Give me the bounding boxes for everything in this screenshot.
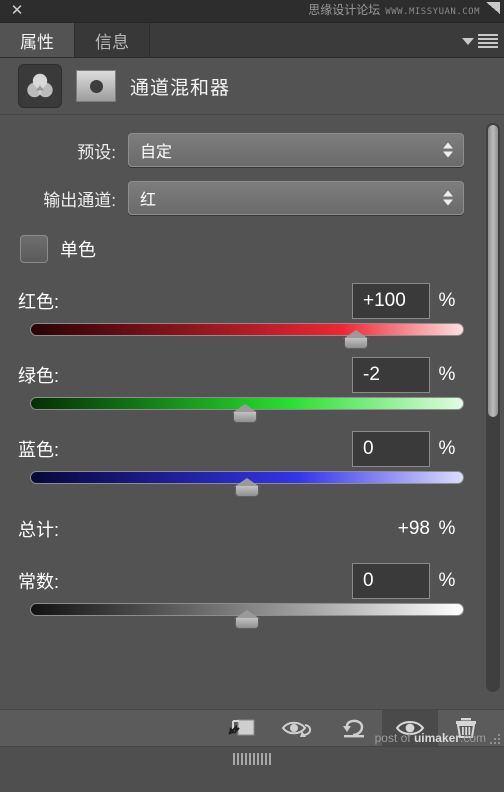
blue-slider-head: 蓝色: 0 %	[18, 429, 464, 469]
constant-value-input[interactable]: 0	[352, 563, 430, 599]
titlebar: ✕ 思缘设计论坛 WWW.MISSYUAN.COM	[0, 0, 504, 23]
footer-strip	[0, 746, 504, 792]
tab-properties-label: 属性	[20, 32, 54, 52]
red-slider-thumb[interactable]	[342, 330, 369, 349]
watermark-top: 思缘设计论坛 WWW.MISSYUAN.COM	[308, 1, 500, 18]
reset-arrow-icon	[343, 719, 364, 738]
constant-unit: %	[438, 570, 456, 591]
preset-select[interactable]: 自定	[128, 133, 464, 167]
hamburger-icon	[478, 34, 498, 48]
watermark-bottom: post of uimaker.com	[375, 731, 486, 745]
chevron-down-icon	[462, 37, 474, 45]
constant-label: 常数:	[18, 572, 60, 592]
constant-slider-thumb[interactable]	[234, 610, 260, 629]
clip-to-layer-icon	[228, 719, 255, 736]
resize-grip[interactable]	[484, 728, 500, 744]
blue-unit: %	[438, 438, 456, 459]
watermark-corner-mark	[486, 2, 500, 14]
blue-label: 蓝色:	[18, 440, 60, 460]
constant-slider-head: 常数: 0 %	[18, 561, 464, 601]
red-value-input[interactable]: +100	[352, 283, 430, 319]
close-icon[interactable]: ✕	[8, 2, 26, 20]
scrollbar-thumb[interactable]	[488, 125, 498, 417]
drag-handle-icon[interactable]	[233, 753, 271, 765]
total-unit: %	[438, 518, 456, 539]
green-value-input[interactable]: -2	[352, 357, 430, 393]
green-slider-group: 绿色: -2 %	[18, 355, 464, 423]
watermark-chinese: 思缘设计论坛	[308, 3, 381, 17]
reset-button[interactable]	[326, 710, 382, 746]
channel-mixer-glyph	[27, 73, 53, 98]
red-slider[interactable]	[30, 323, 464, 349]
tab-properties[interactable]: 属性	[0, 23, 75, 57]
chevron-updown-icon	[443, 142, 453, 158]
channel-mixer-icon[interactable]	[18, 64, 62, 108]
watermark-suffix: .com	[459, 731, 486, 745]
properties-panel: ✕ 思缘设计论坛 WWW.MISSYUAN.COM 属性 信息 通道混和器 预设…	[0, 0, 504, 792]
total-value: +98	[397, 518, 430, 539]
green-unit: %	[438, 364, 456, 385]
red-slider-head: 红色: +100 %	[18, 281, 464, 321]
tab-info[interactable]: 信息	[75, 23, 150, 57]
output-channel-value: 红	[140, 192, 157, 209]
green-label: 绿色:	[18, 366, 60, 386]
clip-to-layer-button[interactable]	[214, 710, 270, 746]
constant-slider[interactable]	[30, 603, 464, 629]
panel-footer: post of uimaker.com	[0, 701, 504, 792]
chevron-updown-icon	[443, 190, 453, 206]
output-channel-select[interactable]: 红	[128, 181, 464, 215]
red-unit: %	[438, 290, 456, 311]
tab-info-label: 信息	[95, 32, 129, 52]
total-row: 总计: +98 %	[18, 503, 464, 555]
blue-slider[interactable]	[30, 471, 464, 497]
monochrome-checkbox[interactable]	[20, 235, 48, 263]
red-label: 红色:	[18, 292, 60, 312]
page-title: 通道混和器	[130, 77, 231, 99]
preset-value: 自定	[140, 144, 173, 161]
blue-value-input[interactable]: 0	[352, 431, 430, 467]
monochrome-label: 单色	[60, 240, 96, 260]
panel-menu-icon[interactable]	[456, 31, 498, 51]
preset-row: 预设: 自定	[18, 133, 464, 167]
eye-arrow-icon	[281, 721, 312, 737]
monochrome-row[interactable]: 单色	[20, 235, 464, 263]
total-label: 总计:	[18, 520, 60, 540]
red-slider-group: 红色: +100 %	[18, 281, 464, 349]
output-channel-row: 输出通道: 红	[18, 181, 464, 215]
green-slider[interactable]	[30, 397, 464, 423]
watermark-prefix: post of	[374, 731, 414, 745]
watermark-brand: uimaker	[413, 731, 460, 745]
layer-mask-thumbnail[interactable]	[76, 70, 116, 102]
vertical-scrollbar[interactable]	[486, 123, 500, 692]
tab-strip: 属性 信息	[0, 23, 504, 58]
watermark-url: WWW.MISSYUAN.COM	[385, 7, 480, 17]
blue-slider-thumb[interactable]	[234, 478, 260, 497]
red-slider-track[interactable]	[30, 323, 464, 336]
preview-previous-button[interactable]	[270, 710, 326, 746]
adjustment-header: 通道混和器	[0, 58, 504, 115]
panel-body: 预设: 自定 输出通道: 红 单色 红色: +100 % 绿色: -2 % 蓝色…	[0, 115, 504, 704]
mask-dot	[89, 79, 103, 93]
total-group: 总计: +98 %	[18, 503, 464, 555]
blue-slider-group: 蓝色: 0 %	[18, 429, 464, 497]
output-channel-label: 输出通道:	[43, 190, 116, 210]
constant-slider-group: 常数: 0 %	[18, 561, 464, 629]
green-slider-head: 绿色: -2 %	[18, 355, 464, 395]
green-slider-thumb[interactable]	[231, 404, 258, 423]
preset-label: 预设:	[77, 142, 116, 162]
